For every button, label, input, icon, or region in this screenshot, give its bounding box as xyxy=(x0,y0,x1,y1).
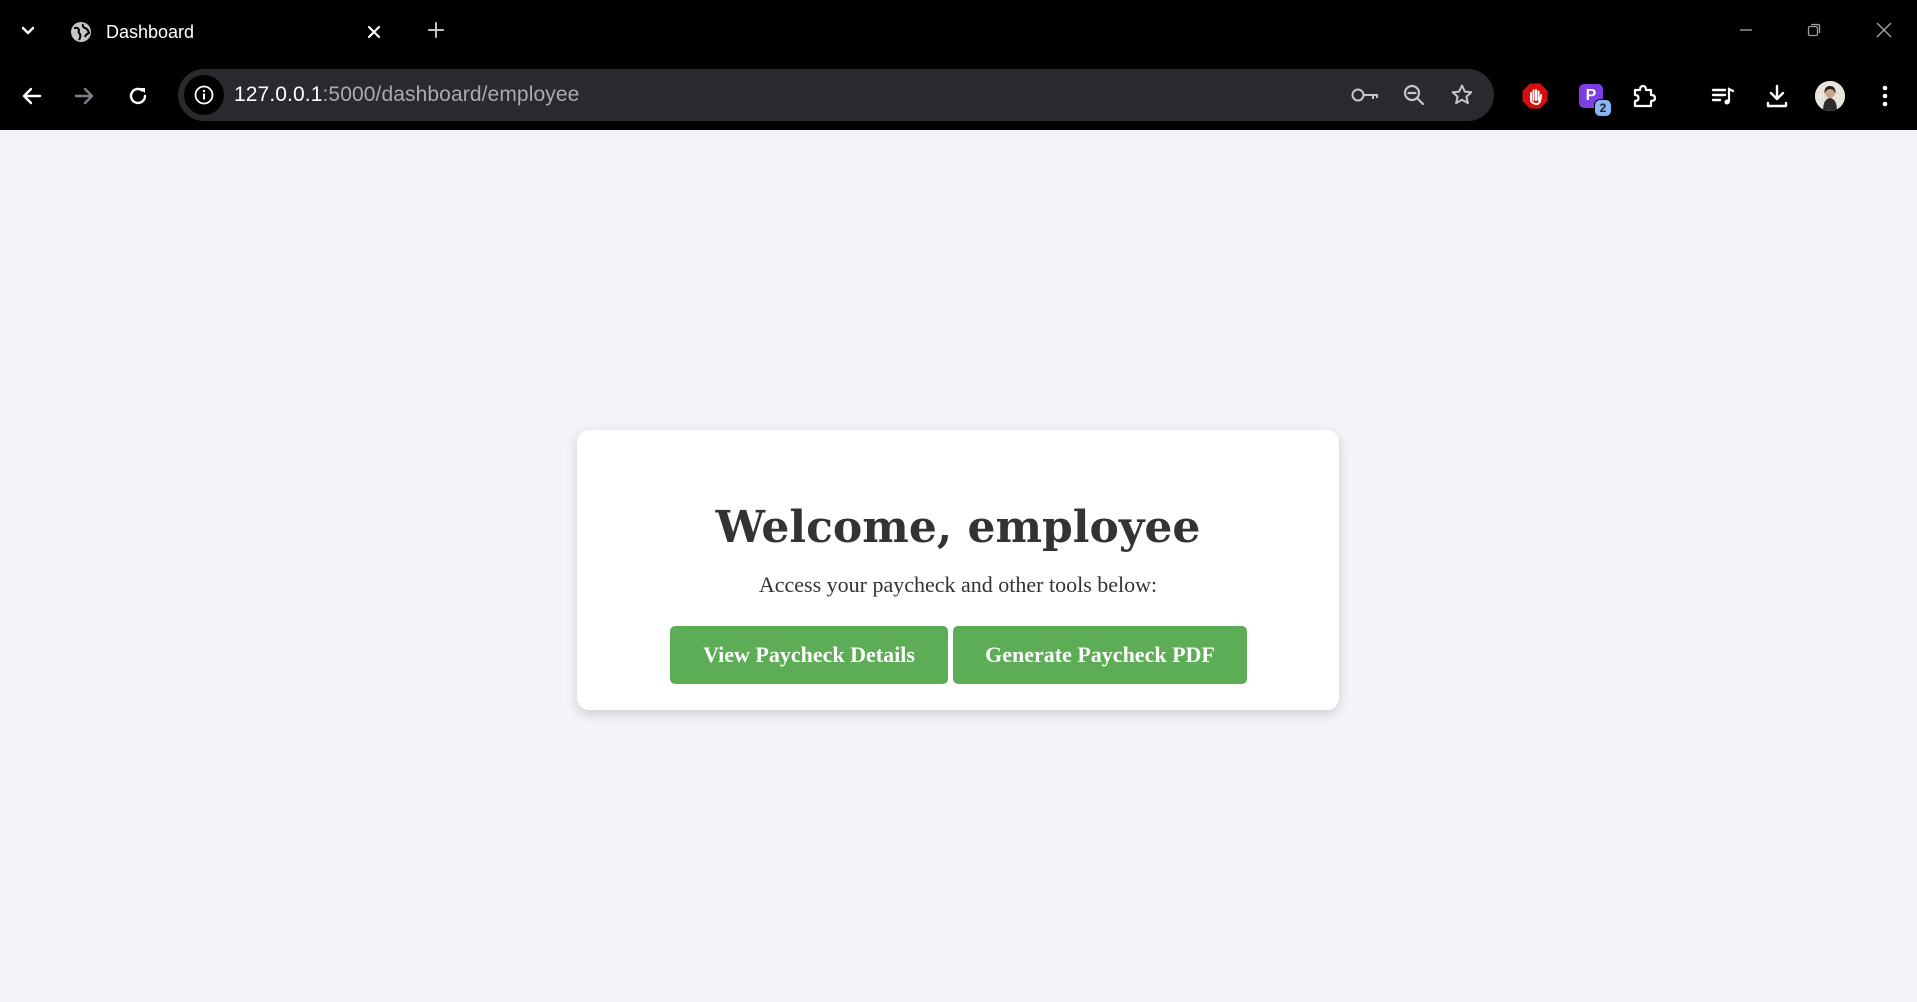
bookmark-button[interactable] xyxy=(1446,79,1478,111)
window-close-icon xyxy=(1876,22,1892,38)
tab-title: Dashboard xyxy=(106,22,195,42)
url-text[interactable]: 127.0.0.1:5000/dashboard/employee xyxy=(234,83,579,107)
p-extension-icon: P 2 xyxy=(1579,84,1612,117)
media-queue-icon xyxy=(1711,87,1735,105)
menu-icon xyxy=(1882,85,1888,107)
page-viewport: Welcome, employee Access your paycheck a… xyxy=(0,130,1917,1002)
page-title: Welcome, employee xyxy=(715,502,1201,553)
zoom-out-icon xyxy=(1403,84,1425,106)
tab-close-button[interactable] xyxy=(360,18,388,46)
downloads-button[interactable] xyxy=(1759,78,1795,114)
password-manager-button[interactable] xyxy=(1350,79,1382,111)
browser-chrome: Dashboard 127.0.0.1:5000/dashboard/emplo… xyxy=(0,0,1917,130)
reload-icon xyxy=(129,87,147,105)
restore-button[interactable] xyxy=(1794,12,1834,48)
url-path: :5000/dashboard/employee xyxy=(322,83,580,106)
restore-icon xyxy=(1807,23,1821,37)
minimize-icon xyxy=(1740,29,1752,31)
address-bar[interactable]: 127.0.0.1:5000/dashboard/employee xyxy=(178,69,1494,121)
plus-icon xyxy=(428,22,444,38)
globe-icon xyxy=(70,21,92,43)
stop-hand-icon xyxy=(1522,83,1548,109)
puzzle-icon xyxy=(1633,84,1657,108)
download-icon xyxy=(1766,84,1788,108)
p-extension-button[interactable]: P 2 xyxy=(1573,78,1612,117)
forward-icon xyxy=(74,87,94,105)
tab-bar: Dashboard xyxy=(0,0,1917,62)
star-icon xyxy=(1451,84,1473,105)
page-subtitle: Access your paycheck and other tools bel… xyxy=(758,572,1158,597)
tab-list-button[interactable] xyxy=(12,14,44,46)
forward-button[interactable] xyxy=(66,78,102,114)
extensions-menu-button[interactable] xyxy=(1626,78,1662,114)
close-icon xyxy=(367,25,381,39)
browser-menu-button[interactable] xyxy=(1867,78,1903,114)
info-icon xyxy=(194,85,214,105)
avatar xyxy=(1815,81,1845,111)
view-paycheck-button[interactable]: View Paycheck Details xyxy=(670,626,948,684)
back-button[interactable] xyxy=(14,78,50,114)
new-tab-button[interactable] xyxy=(420,14,452,46)
zoom-button[interactable] xyxy=(1398,79,1430,111)
site-info-button[interactable] xyxy=(184,75,224,115)
window-close-button[interactable] xyxy=(1864,12,1904,48)
welcome-card: Welcome, employee Access your paycheck a… xyxy=(577,430,1339,710)
url-host: 127.0.0.1 xyxy=(234,83,323,106)
profile-button[interactable] xyxy=(1812,78,1848,114)
chevron-down-icon xyxy=(21,26,35,35)
media-control-button[interactable] xyxy=(1705,78,1741,114)
generate-paycheck-pdf-button[interactable]: Generate Paycheck PDF xyxy=(953,626,1247,684)
key-icon xyxy=(1351,88,1378,102)
back-icon xyxy=(22,87,42,105)
p-extension-badge: 2 xyxy=(1594,99,1612,117)
stop-extension-button[interactable] xyxy=(1517,78,1553,114)
browser-toolbar: 127.0.0.1:5000/dashboard/employee P 2 xyxy=(0,62,1917,130)
minimize-button[interactable] xyxy=(1726,12,1766,48)
reload-button[interactable] xyxy=(120,78,156,114)
tab-dashboard[interactable]: Dashboard xyxy=(58,8,406,62)
